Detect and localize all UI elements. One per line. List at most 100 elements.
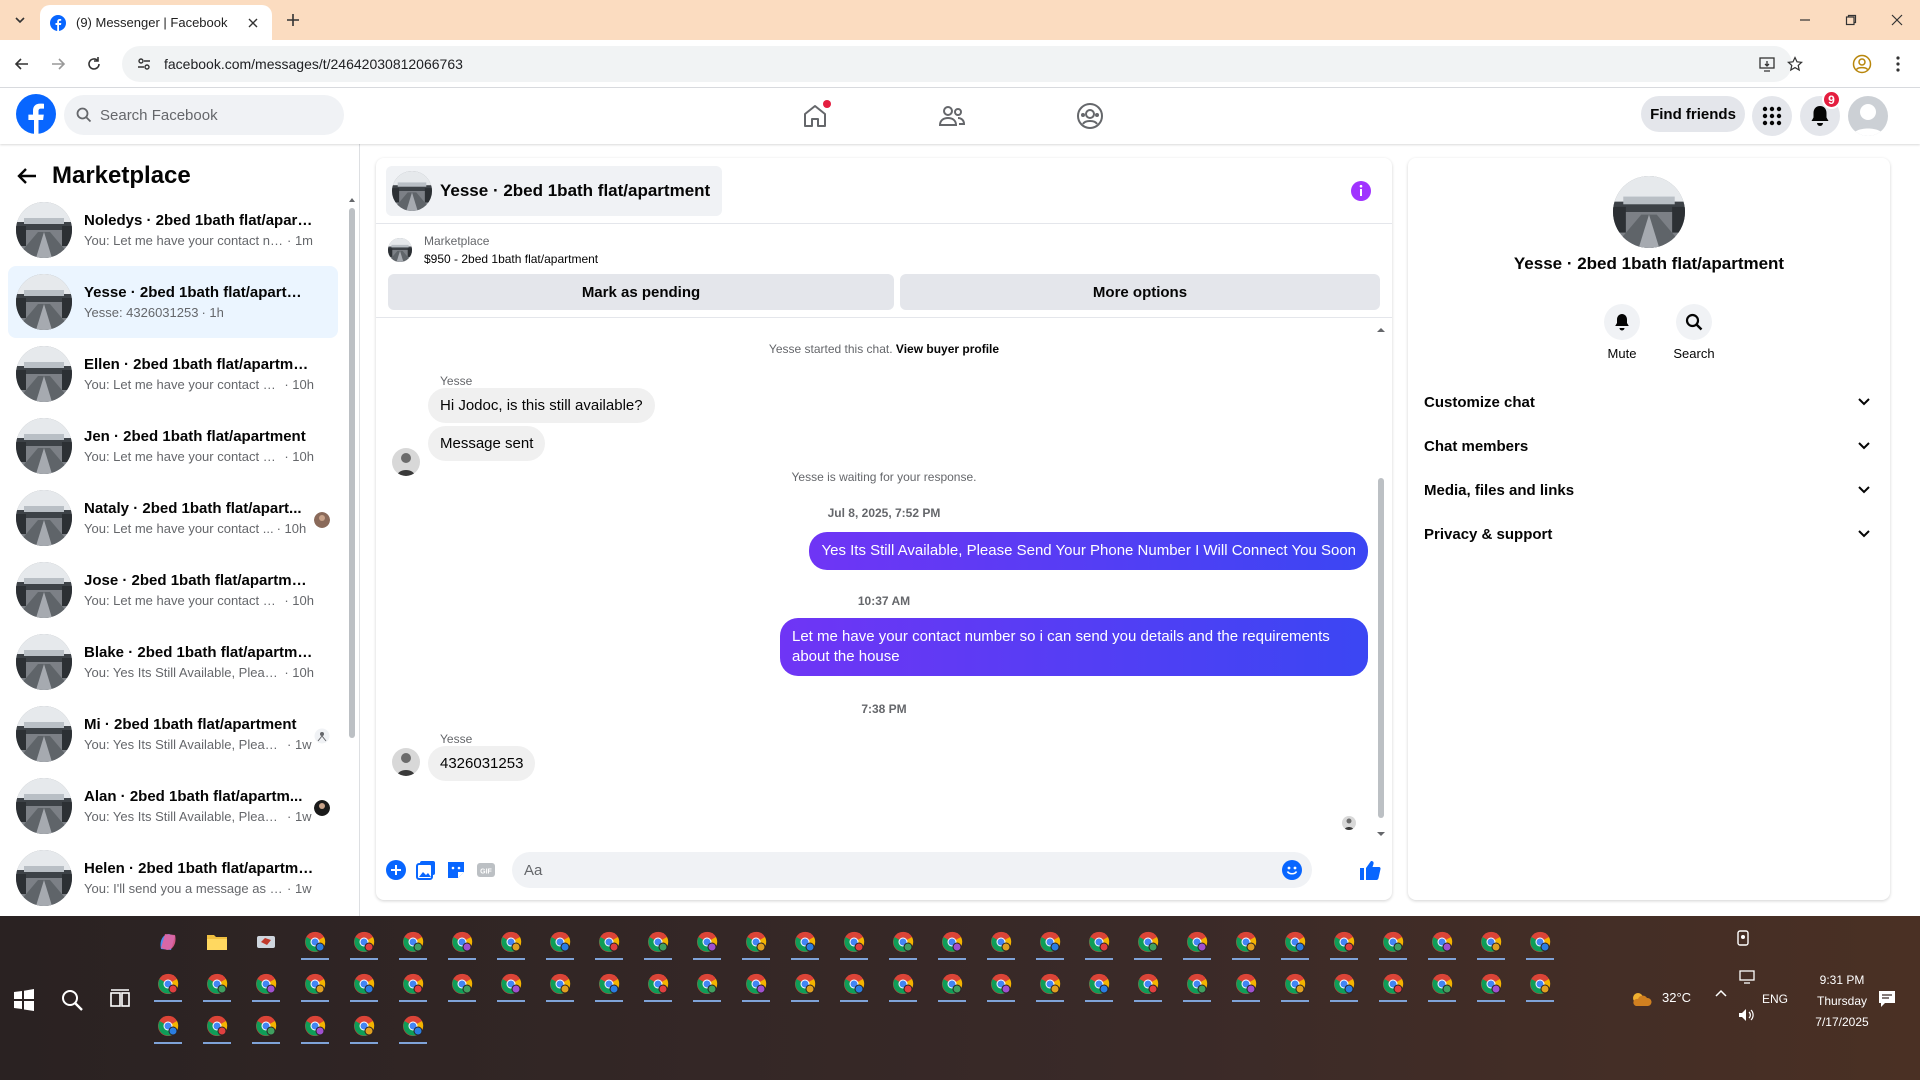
chrome-window-icon[interactable] <box>150 1008 186 1044</box>
chrome-window-icon[interactable] <box>1179 966 1215 1002</box>
chrome-window-icon[interactable] <box>297 924 333 960</box>
minimize-window-icon[interactable] <box>1790 8 1820 32</box>
incoming-message[interactable]: Hi Jodoc, is this still available? <box>428 388 655 423</box>
chrome-window-icon[interactable] <box>1473 924 1509 960</box>
sender-avatar[interactable] <box>392 748 420 776</box>
search-in-conversation-button[interactable]: Search <box>1664 304 1724 361</box>
chrome-window-icon[interactable] <box>1179 924 1215 960</box>
chrome-window-icon[interactable] <box>1277 966 1313 1002</box>
chrome-window-icon[interactable] <box>1228 966 1264 1002</box>
conversation-item[interactable]: Jose · 2bed 1bath flat/apartment You: Let… <box>8 554 338 626</box>
chrome-window-icon[interactable] <box>346 1008 382 1044</box>
mute-button[interactable]: Mute <box>1592 304 1652 361</box>
chrome-window-icon[interactable] <box>1081 966 1117 1002</box>
new-tab-plus-icon[interactable] <box>282 9 304 31</box>
chrome-window-icon[interactable] <box>934 924 970 960</box>
chrome-window-icon[interactable] <box>787 924 823 960</box>
listing-title[interactable]: $950 - 2bed 1bath flat/apartment <box>424 250 598 268</box>
chrome-window-icon[interactable] <box>1277 924 1313 960</box>
conversation-item[interactable]: Mi · 2bed 1bath flat/apartment You: Yes I… <box>8 698 338 770</box>
restore-window-icon[interactable] <box>1836 8 1866 32</box>
conversation-item[interactable]: Blake · 2bed 1bath flat/apartment You: Ye… <box>8 626 338 698</box>
close-tab-icon[interactable] <box>244 14 262 32</box>
chrome-window-icon[interactable] <box>591 924 627 960</box>
conversation-item[interactable]: Nataly · 2bed 1bath flat/apart... You: Le… <box>8 482 338 554</box>
gif-icon[interactable]: GIF <box>474 858 498 882</box>
conversation-item[interactable]: Jen · 2bed 1bath flat/apartment You: Let … <box>8 410 338 482</box>
details-section-toggle[interactable]: Chat members <box>1424 424 1874 468</box>
chrome-window-icon[interactable] <box>542 966 578 1002</box>
conversation-item[interactable]: Yesse · 2bed 1bath flat/apartment Yesse: … <box>8 266 338 338</box>
copilot-app-icon[interactable] <box>150 924 186 960</box>
chrome-window-icon[interactable] <box>1522 924 1558 960</box>
reload-icon[interactable] <box>82 52 106 76</box>
network-icon[interactable] <box>1738 970 1756 984</box>
back-arrow-icon[interactable] <box>10 52 34 76</box>
chrome-window-icon[interactable] <box>640 966 676 1002</box>
chrome-window-icon[interactable] <box>297 966 333 1002</box>
facebook-search[interactable] <box>64 95 344 135</box>
message-input-box[interactable] <box>512 852 1312 888</box>
chrome-window-icon[interactable] <box>983 966 1019 1002</box>
browser-tab-messenger[interactable]: (9) Messenger | Facebook <box>40 5 272 40</box>
bookmark-star-icon[interactable] <box>1786 55 1804 73</box>
chrome-window-icon[interactable] <box>395 1008 431 1044</box>
chrome-window-icon[interactable] <box>1130 966 1166 1002</box>
incoming-message[interactable]: Message sent <box>428 426 546 461</box>
chrome-window-icon[interactable] <box>885 966 921 1002</box>
conversation-item[interactable]: Alan · 2bed 1bath flat/apartm... You: Yes… <box>8 770 338 842</box>
close-window-icon[interactable] <box>1882 8 1912 32</box>
menu-grid-icon[interactable] <box>1752 96 1792 136</box>
chrome-window-icon[interactable] <box>738 966 774 1002</box>
chrome-window-icon[interactable] <box>640 924 676 960</box>
chrome-window-icon[interactable] <box>1473 966 1509 1002</box>
weather-icon[interactable] <box>1630 990 1652 1008</box>
send-like-thumb-icon[interactable] <box>1358 858 1382 882</box>
taskbar-search-icon[interactable] <box>60 988 84 1012</box>
account-avatar[interactable] <box>1848 96 1888 136</box>
task-view-icon[interactable] <box>108 988 132 1012</box>
sticker-icon[interactable] <box>444 858 468 882</box>
browser-menu-icon[interactable] <box>1886 52 1910 76</box>
chrome-window-icon[interactable] <box>395 966 431 1002</box>
chrome-window-icon[interactable] <box>1032 924 1068 960</box>
chrome-window-icon[interactable] <box>787 966 823 1002</box>
chrome-window-icon[interactable] <box>1081 924 1117 960</box>
details-section-toggle[interactable]: Privacy & support <box>1424 512 1874 556</box>
app-icon[interactable] <box>248 924 284 960</box>
chrome-window-icon[interactable] <box>1228 924 1264 960</box>
chrome-window-icon[interactable] <box>591 966 627 1002</box>
chrome-window-icon[interactable] <box>1375 966 1411 1002</box>
chrome-window-icon[interactable] <box>444 924 480 960</box>
chrome-window-icon[interactable] <box>689 966 725 1002</box>
forward-arrow-icon[interactable] <box>46 52 70 76</box>
outgoing-message[interactable]: Let me have your contact number so i can… <box>780 618 1368 676</box>
chrome-window-icon[interactable] <box>836 966 872 1002</box>
notifications-bell-icon[interactable]: 9 <box>1800 90 1841 136</box>
nav-groups-icon[interactable] <box>1070 96 1110 136</box>
windows-start-icon[interactable] <box>12 988 36 1012</box>
profile-icon[interactable] <box>1850 52 1874 76</box>
tray-meet-icon[interactable] <box>1736 930 1750 948</box>
chrome-window-icon[interactable] <box>395 924 431 960</box>
site-info-icon[interactable] <box>136 56 152 72</box>
chrome-window-icon[interactable] <box>1130 924 1166 960</box>
address-bar[interactable]: facebook.com/messages/t/2464203081206676… <box>122 46 1803 82</box>
attach-photo-icon[interactable] <box>414 858 438 882</box>
chrome-window-icon[interactable] <box>444 966 480 1002</box>
back-arrow-icon[interactable] <box>16 165 38 187</box>
show-hidden-icons-chevron-icon[interactable] <box>1714 988 1728 998</box>
chrome-window-icon[interactable] <box>836 924 872 960</box>
chrome-window-icon[interactable] <box>248 1008 284 1044</box>
chrome-window-icon[interactable] <box>1326 966 1362 1002</box>
chrome-window-icon[interactable] <box>885 924 921 960</box>
more-options-button[interactable]: More options <box>900 274 1380 310</box>
chrome-window-icon[interactable] <box>199 966 235 1002</box>
details-section-toggle[interactable]: Customize chat <box>1424 380 1874 424</box>
conversation-item[interactable]: Helen · 2bed 1bath flat/apartment You: I'… <box>8 842 338 914</box>
chrome-window-icon[interactable] <box>1326 924 1362 960</box>
facebook-search-input[interactable] <box>100 106 320 124</box>
chrome-window-icon[interactable] <box>150 966 186 1002</box>
chrome-window-icon[interactable] <box>542 924 578 960</box>
chrome-window-icon[interactable] <box>983 924 1019 960</box>
